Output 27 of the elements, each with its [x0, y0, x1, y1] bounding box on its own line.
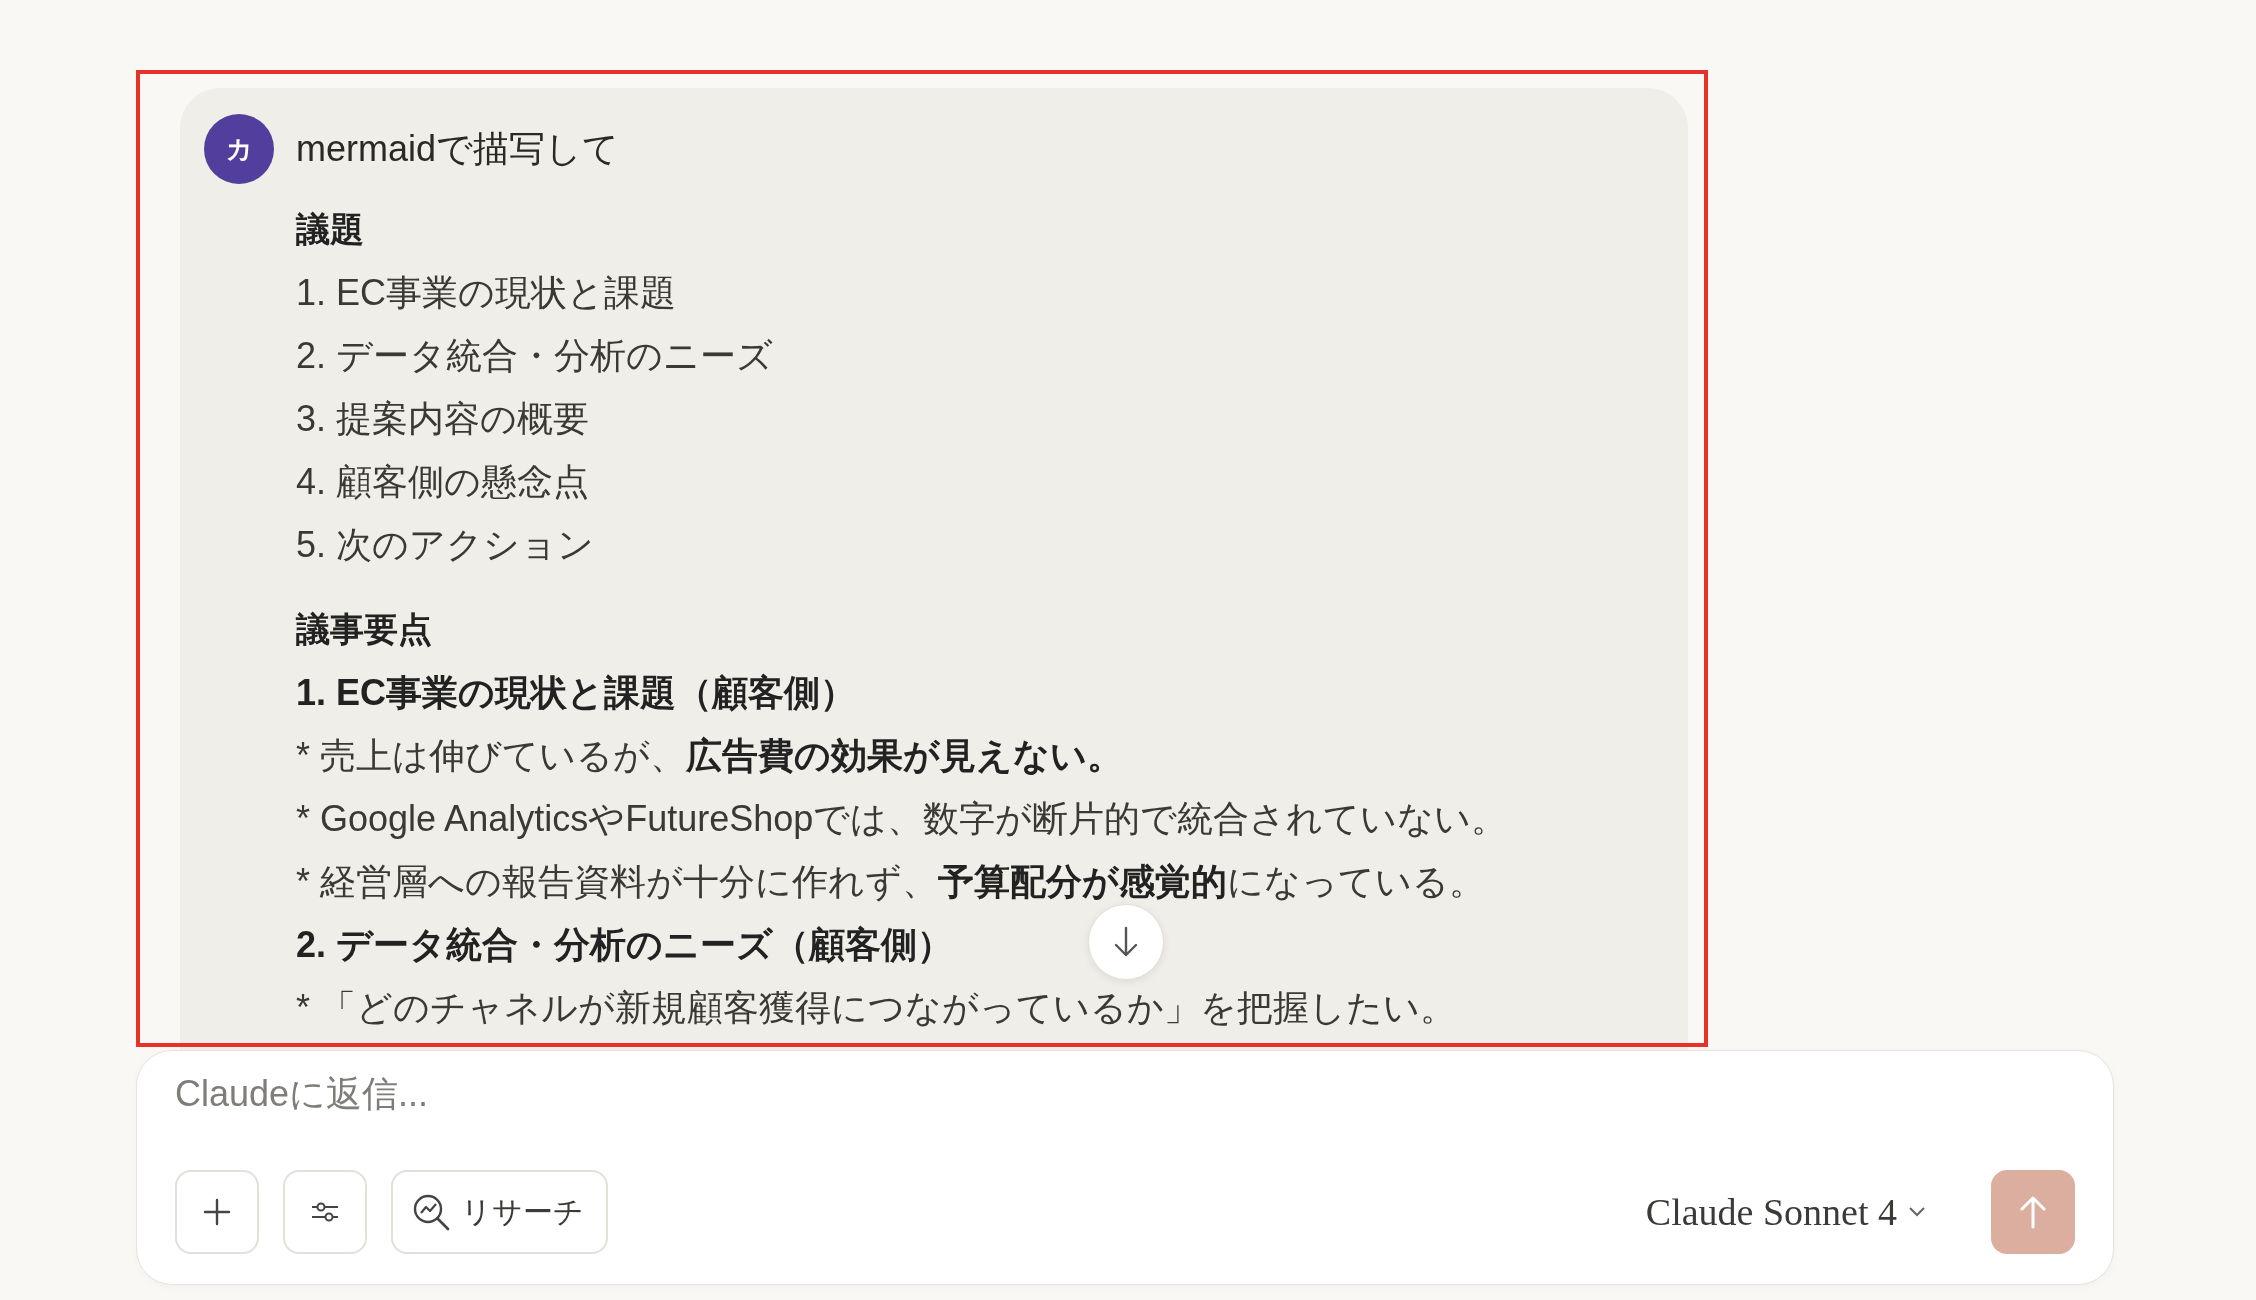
topic-heading: 2. データ統合・分析のニーズ（顧客側）: [296, 923, 954, 967]
arrow-down-icon: [1113, 926, 1139, 958]
topic-heading: 1. EC事業の現状と課題（顧客側）: [296, 671, 857, 715]
sliders-icon: [310, 1200, 340, 1224]
list-item: * 経営層への報告資料が十分に作れず、予算配分が感覚的になっている。: [296, 860, 1485, 904]
list-item: * 「どのチャネルが新規顧客獲得につながっているか」を把握したい。: [296, 986, 1456, 1030]
send-button[interactable]: [1991, 1170, 2075, 1254]
arrow-up-icon: [2019, 1194, 2047, 1230]
section-heading: 議題: [296, 209, 364, 250]
tools-button[interactable]: [283, 1170, 367, 1254]
message-text: mermaidで描写して: [296, 126, 620, 171]
list-item: * Google AnalyticsやFutureShopでは、数字が断片的で統合されていない。: [296, 797, 1508, 841]
list-item: 4. 顧客側の懸念点: [296, 460, 590, 504]
list-item: 3. 提案内容の概要: [296, 397, 590, 441]
list-item: * 売上は伸びているが、広告費の効果が見えない。: [296, 734, 1123, 778]
plus-icon: [202, 1197, 232, 1227]
chevron-down-icon: [1907, 1206, 1927, 1218]
model-selector[interactable]: Claude Sonnet 4: [1645, 1190, 1967, 1234]
reply-input-field[interactable]: Claudeに返信...: [175, 1069, 1575, 1119]
section-heading: 議事要点: [296, 609, 432, 650]
list-item: 5. 次のアクション: [296, 523, 595, 567]
add-button[interactable]: [175, 1170, 259, 1254]
user-avatar: カ: [204, 114, 274, 184]
research-button[interactable]: リサーチ: [391, 1170, 608, 1254]
search-icon: [411, 1192, 451, 1232]
list-item: 1. EC事業の現状と課題: [296, 271, 677, 315]
list-item: 2. データ統合・分析のニーズ: [296, 334, 774, 378]
